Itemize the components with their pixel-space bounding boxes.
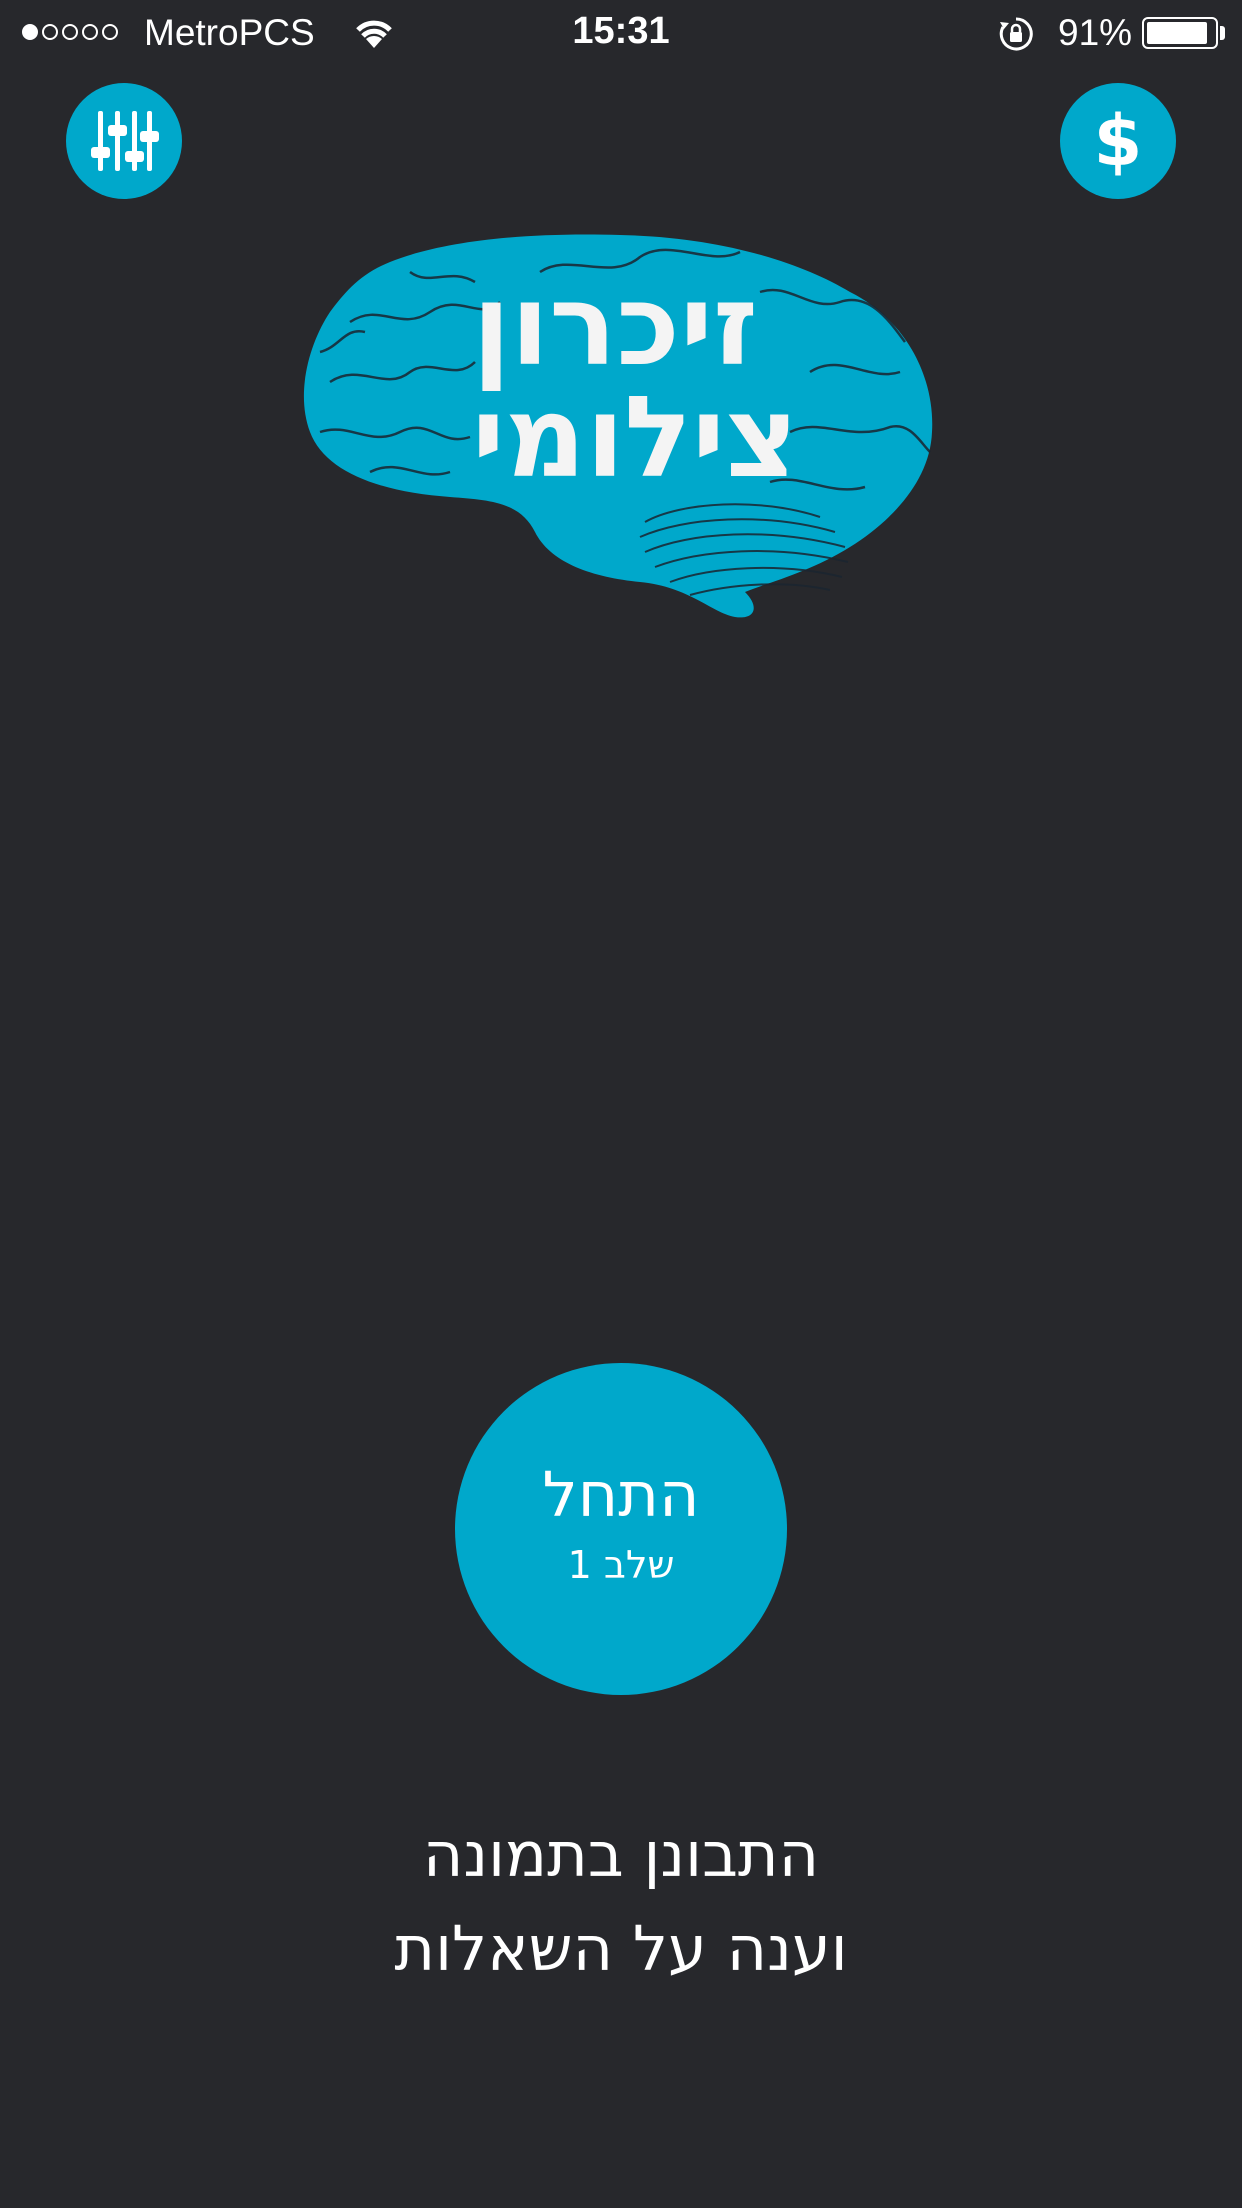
battery-tip xyxy=(1220,26,1225,40)
status-bar: MetroPCS 15:31 91% xyxy=(0,0,1242,66)
clock: 15:31 xyxy=(572,10,670,52)
rotation-lock-icon xyxy=(999,17,1033,51)
instruction-line1: התבונן בתמונה xyxy=(422,1818,820,1891)
start-button[interactable]: התחל שלב 1 xyxy=(455,1363,787,1695)
instruction-line2: וענה על השאלות xyxy=(394,1912,848,1985)
instruction-text: התבונן בתמונה וענה על השאלות xyxy=(0,1808,1242,1996)
level-label: שלב 1 xyxy=(567,1543,675,1588)
app-title-line1: זיכרון xyxy=(472,261,758,391)
purchase-button[interactable]: $ xyxy=(1060,83,1176,199)
app-title-line2: צילומי xyxy=(471,373,799,503)
battery-percent: 91% xyxy=(1058,12,1133,53)
main-screen: MetroPCS 15:31 91% $ זיכרון צילומי התחל … xyxy=(0,0,1242,2208)
dollar-icon: $ xyxy=(1093,100,1143,182)
sliders-icon xyxy=(91,111,159,171)
battery-icon xyxy=(1142,17,1218,49)
settings-button[interactable] xyxy=(66,83,182,199)
start-label: התחל xyxy=(542,1457,700,1531)
app-title: זיכרון צילומי xyxy=(290,270,940,494)
